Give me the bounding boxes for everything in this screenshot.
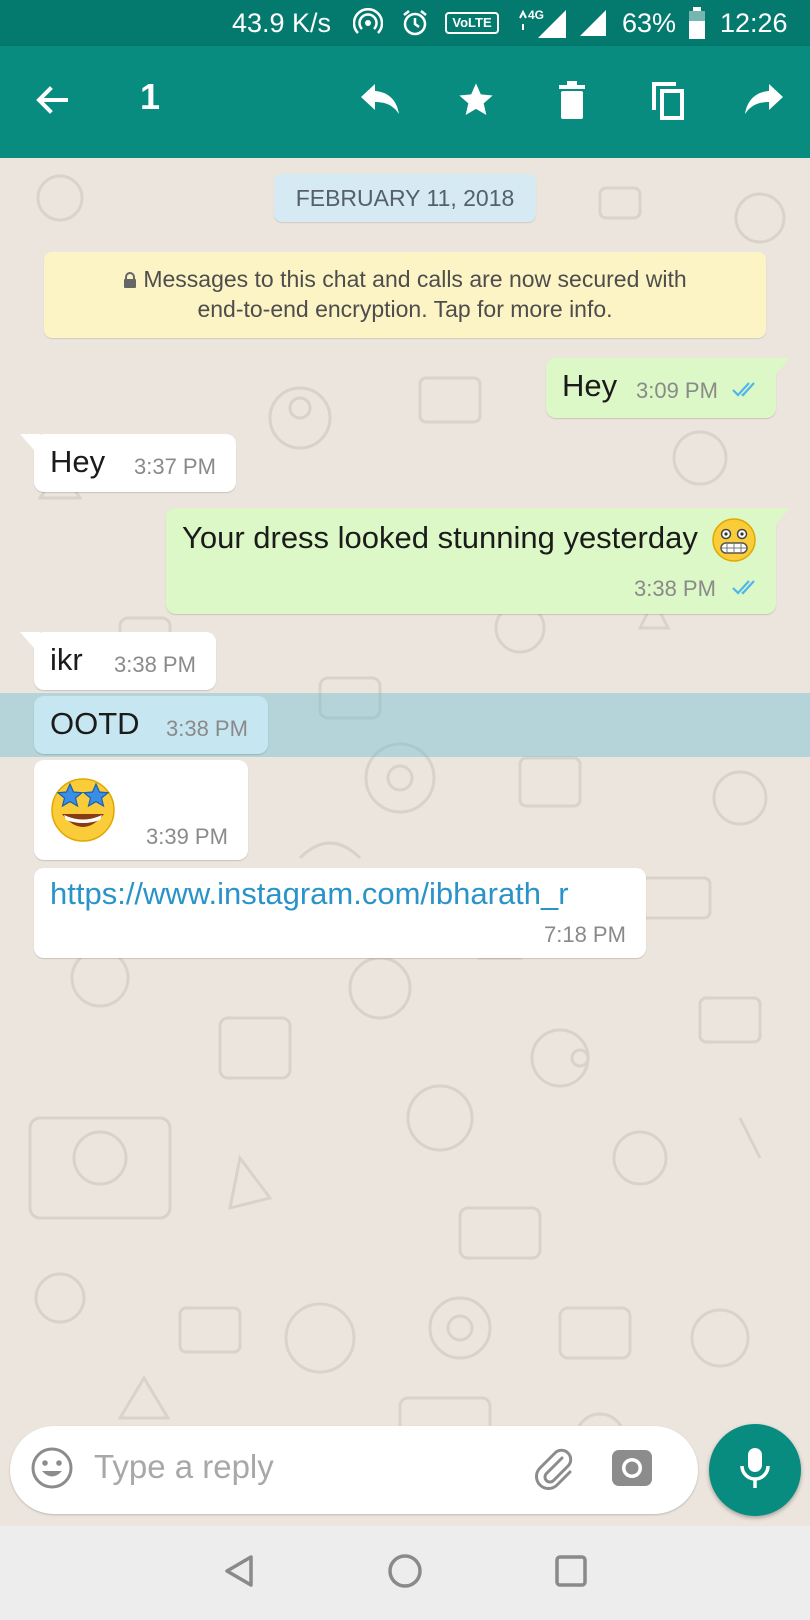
network-4g-icon: 4G <box>518 6 568 44</box>
chat-area[interactable]: FEBRUARY 11, 2018 Messages to this chat … <box>0 158 810 1526</box>
message-time: 3:38 PM <box>166 716 248 741</box>
bubble-tail <box>770 508 790 524</box>
message-composer[interactable]: Type a reply <box>10 1426 698 1514</box>
copy-button[interactable] <box>640 74 696 130</box>
message-bubble-outgoing[interactable]: Your dress looked stunning yesterday 3:3… <box>166 508 790 614</box>
alarm-icon <box>400 8 430 42</box>
reply-icon <box>359 82 401 122</box>
bubble-tail <box>770 358 790 374</box>
message-link[interactable]: https://www.instagram.com/ibharath_r <box>50 876 569 912</box>
back-arrow-icon <box>34 82 70 122</box>
selection-action-bar: 1 <box>0 46 810 158</box>
lock-icon <box>123 265 137 288</box>
message-bubble-incoming[interactable]: Hey 3:37 PM <box>20 434 236 492</box>
copy-icon <box>650 80 686 124</box>
paperclip-icon <box>532 1446 576 1494</box>
star-icon <box>456 80 496 124</box>
read-ticks-icon <box>732 380 762 403</box>
message-text: Hey <box>562 368 618 403</box>
delete-button[interactable] <box>544 74 600 130</box>
nav-recents-button[interactable] <box>546 1548 596 1598</box>
encryption-text-line2: end-to-end encryption. Tap for more info… <box>197 296 613 322</box>
battery-icon <box>688 7 706 43</box>
star-button[interactable] <box>448 74 504 130</box>
voice-record-button[interactable] <box>709 1424 801 1516</box>
camera-icon <box>611 1447 653 1493</box>
nav-home-button[interactable] <box>380 1548 430 1598</box>
signal-icon <box>576 6 608 42</box>
message-time: 3:38 PM <box>634 576 716 601</box>
message-text: Hey <box>50 444 106 479</box>
hotspot-icon <box>352 7 384 42</box>
message-bubble-outgoing[interactable]: Hey 3:09 PM <box>546 358 790 418</box>
svg-text:4G: 4G <box>528 8 544 22</box>
message-bubble-incoming[interactable]: ikr 3:38 PM <box>20 632 216 690</box>
date-chip: FEBRUARY 11, 2018 <box>274 174 536 222</box>
clock: 12:26 <box>720 8 788 38</box>
message-bubble-incoming-selected[interactable]: OOTD 3:38 PM <box>34 696 268 754</box>
message-text: ikr <box>50 642 83 677</box>
reply-input[interactable]: Type a reply <box>94 1448 274 1486</box>
message-time: 7:18 PM <box>544 922 626 947</box>
triangle-back-icon <box>221 1553 257 1593</box>
encryption-notice[interactable]: Messages to this chat and calls are now … <box>44 252 766 338</box>
message-text: OOTD <box>50 706 140 741</box>
smiley-icon <box>30 1446 74 1494</box>
microphone-icon <box>737 1446 773 1494</box>
battery-percent: 63% <box>622 8 677 38</box>
delete-icon <box>557 81 587 123</box>
forward-button[interactable] <box>736 74 792 130</box>
selected-count: 1 <box>140 76 161 117</box>
network-speed: 43.9 K/s <box>232 8 332 38</box>
message-time: 3:39 PM <box>146 824 228 849</box>
forward-icon <box>743 82 785 122</box>
nav-back-button[interactable] <box>214 1548 264 1598</box>
bubble-tail <box>20 632 40 648</box>
grimacing-face-emoji <box>710 516 758 569</box>
message-bubble-incoming[interactable]: 3:39 PM <box>34 760 248 860</box>
star-struck-emoji <box>48 774 118 849</box>
encryption-text-line1: Messages to this chat and calls are now … <box>143 266 687 292</box>
emoji-button[interactable] <box>28 1446 76 1494</box>
message-time: 3:38 PM <box>114 652 196 677</box>
status-bar: 43.9 K/s VoLTE 4G 63% 12:26 <box>0 0 810 46</box>
message-bubble-incoming[interactable]: https://www.instagram.com/ibharath_r 7:1… <box>34 868 646 958</box>
message-time: 3:37 PM <box>134 454 216 479</box>
message-text: Your dress looked stunning yesterday <box>182 520 698 555</box>
volte-badge: VoLTE <box>445 12 499 34</box>
bubble-tail <box>20 434 40 450</box>
attach-button[interactable] <box>530 1446 578 1494</box>
message-time: 3:09 PM <box>636 378 718 403</box>
system-nav-bar <box>0 1526 810 1620</box>
read-ticks-icon <box>732 578 762 601</box>
reply-button[interactable] <box>352 74 408 130</box>
square-recents-icon <box>553 1553 589 1593</box>
back-button[interactable] <box>24 74 80 130</box>
camera-button[interactable] <box>608 1446 656 1494</box>
circle-home-icon <box>387 1553 423 1593</box>
